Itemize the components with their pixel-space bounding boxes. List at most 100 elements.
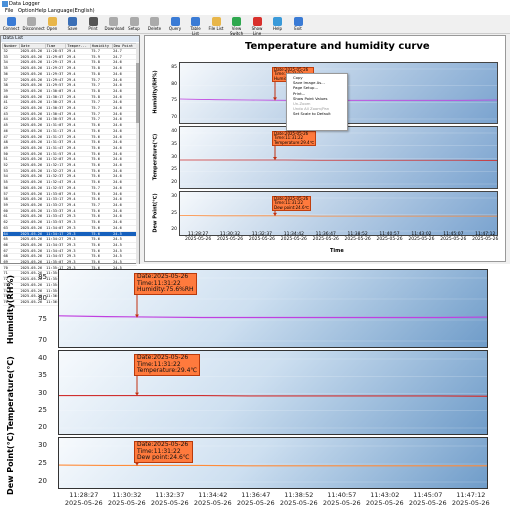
table-row[interactable]: 58 2025-05-26 11:33:17 29.4 75.6 24.6 [2, 196, 137, 203]
column-header[interactable]: Number [2, 43, 20, 49]
table-row[interactable]: 52 2025-05-26 11:32:17 29.4 75.6 24.6 [2, 162, 137, 169]
tooltip-reading: Dew point:24.6℃ [137, 454, 190, 461]
toolbar-disconnect-button[interactable]: Disconnect [23, 16, 45, 33]
column-header[interactable]: Humidity [89, 43, 113, 49]
y-tick-label: 75 [38, 315, 47, 323]
x-tick-date: 2025-05-26 [280, 237, 307, 242]
chart-panel-2[interactable]: Date:2025-05-26 Time:11:31:22 Dew point:24… [58, 437, 488, 489]
chart-panel-2[interactable]: Date:2025-05-26 Time:11:31:22 Dew point:24… [179, 191, 498, 236]
table-row[interactable]: 66 2025-05-26 11:34:37 29.3 75.6 24.5 [2, 242, 137, 249]
y-tick-label: 30 [171, 154, 177, 160]
table-row[interactable]: 53 2025-05-26 11:32:27 29.4 75.6 24.6 [2, 168, 137, 175]
tooltip-reading: Temperature:29.4℃ [274, 139, 315, 145]
table-row[interactable]: 51 2025-05-26 11:32:07 29.4 75.6 24.6 [2, 156, 137, 164]
scrollbar-thumb[interactable] [136, 63, 139, 123]
menu-language[interactable]: Language(English) [48, 8, 95, 15]
toolbar-exit-button[interactable]: Exit [289, 16, 307, 33]
scrollbar[interactable] [136, 43, 139, 264]
table-row[interactable]: 39 2025-05-26 11:30:07 29.4 75.8 24.6 [2, 88, 137, 95]
series-line[interactable] [59, 394, 487, 397]
series-line[interactable] [59, 464, 487, 467]
toolbar-delete-button[interactable]: Delete [146, 16, 164, 33]
series-line[interactable] [59, 315, 487, 319]
x-tick-date: 2025-05-26 [440, 237, 467, 242]
toolbar-table-list-button[interactable]: Table List [187, 16, 205, 36]
table-row[interactable]: 67 2025-05-26 11:34:47 29.3 75.6 24.5 [2, 248, 137, 255]
x-tick-date: 2025-05-26 [216, 237, 244, 242]
table-cell: 11:32:47 [45, 179, 66, 186]
table-row[interactable]: 40 2025-05-26 11:30:17 29.4 75.8 24.6 [2, 94, 137, 101]
toolbar-label: Help [272, 26, 283, 31]
table-row[interactable]: 32 2025-05-26 11:28:57 29.4 75.7 24.7 [2, 48, 137, 55]
table-cell: 11:30:57 [45, 116, 66, 124]
table-row[interactable]: 46 2025-05-26 11:31:17 29.4 75.6 24.6 [2, 128, 137, 135]
table-cell: 11:30:07 [45, 88, 66, 95]
table-cell: 11:29:57 [45, 82, 66, 89]
table-row[interactable]: 45 2025-05-26 11:31:07 29.4 75.6 24.6 [2, 122, 137, 129]
table-row[interactable]: 50 2025-05-26 11:31:57 29.4 75.6 24.6 [2, 151, 137, 158]
y-axis-label: Dew Point(℃) [152, 192, 159, 233]
series-line[interactable] [180, 159, 497, 161]
toolbar-label: File List [208, 26, 224, 31]
table-row[interactable]: 63 2025-05-26 11:34:07 29.3 75.6 24.6 [2, 225, 137, 232]
table-row[interactable]: 43 2025-05-26 11:30:47 29.4 75.7 24.6 [2, 111, 137, 118]
table-cell: 11:33:37 [45, 208, 66, 215]
table-row[interactable]: 65 2025-05-26 11:34:27 29.3 75.6 24.5 [2, 236, 137, 243]
toolbar-open-button[interactable]: Open [43, 16, 61, 33]
table-row[interactable]: 48 2025-05-26 11:31:37 29.4 75.6 24.6 [2, 139, 137, 146]
table-row[interactable]: 62 2025-05-26 11:33:57 29.3 75.6 24.6 [2, 219, 137, 226]
toolbar-setup-button[interactable]: Setup [125, 16, 143, 33]
table-row[interactable]: 61 2025-05-26 11:33:47 29.3 75.6 24.6 [2, 213, 137, 221]
series-line[interactable] [180, 215, 497, 217]
toolbar-view-switch-button[interactable]: View Switch [228, 16, 246, 36]
table-row[interactable]: 33 2025-05-26 11:29:07 29.4 75.9 24.7 [2, 54, 137, 61]
table-cell: 11:31:17 [45, 128, 66, 135]
chart-panel-0[interactable]: Date:2025-05-26Time:11:31:22Humidity:75.… [58, 269, 488, 348]
table-row[interactable]: 44 2025-05-26 11:30:57 29.4 75.7 24.6 [2, 116, 137, 124]
menu-file[interactable]: File [5, 8, 13, 15]
toolbar-download-button[interactable]: Download [105, 16, 124, 33]
x-tick-label: 11:30:32 2025-05-26 [215, 232, 245, 242]
toolbar-print-button[interactable]: Print [84, 16, 102, 33]
table-row[interactable]: 69 2025-05-26 11:35:07 29.3 75.6 24.5 [2, 259, 137, 266]
chart-window: Temperature and humidity curve Date:2025… [144, 35, 506, 262]
toolbar-save-button[interactable]: Save [64, 16, 82, 33]
table-cell: 2025-05-26 [19, 191, 46, 198]
table-row[interactable]: 34 2025-05-26 11:29:17 29.4 75.8 24.6 [2, 59, 137, 67]
table-row[interactable]: 42 2025-05-26 11:30:37 29.4 75.7 24.6 [2, 105, 137, 112]
table-cell: 2025-05-26 [19, 225, 46, 232]
column-header[interactable]: Temper... [65, 43, 91, 49]
table-row[interactable]: 41 2025-05-26 11:30:27 29.4 75.7 24.6 [2, 99, 137, 107]
table-row[interactable]: 55 2025-05-26 11:32:47 29.4 75.6 24.6 [2, 179, 137, 186]
toolbar-connect-button[interactable]: Connect [2, 16, 20, 33]
table-row[interactable]: 59 2025-05-26 11:33:27 29.4 75.7 24.6 [2, 202, 137, 209]
table-row[interactable]: 49 2025-05-26 11:31:47 29.4 75.6 24.6 [2, 145, 137, 152]
toolbar-file-list-button[interactable]: File List [207, 16, 225, 33]
menu-option[interactable]: Option [18, 8, 35, 15]
menu-help[interactable]: Help [35, 8, 46, 15]
toolbar-help-button[interactable]: Help [269, 16, 287, 33]
context-menu-item[interactable]: Set Scale to Default [287, 111, 347, 116]
table-row[interactable]: 36 2025-05-26 11:29:37 29.4 75.8 24.6 [2, 71, 137, 78]
table-row[interactable]: 56 2025-05-26 11:32:57 29.4 75.7 24.6 [2, 185, 137, 192]
table-row[interactable]: 47 2025-05-26 11:31:27 29.4 75.6 24.6 [2, 134, 137, 141]
table-row[interactable]: 68 2025-05-26 11:34:57 29.3 75.6 24.5 [2, 253, 137, 260]
table-cell: 11:29:17 [45, 59, 66, 67]
table-row[interactable]: 64 2025-05-26 11:34:17 29.3 75.6 24.5 [2, 231, 137, 238]
table-row[interactable]: 57 2025-05-26 11:33:07 29.4 75.6 24.6 [2, 191, 137, 198]
table-cell: 11:32:37 [45, 173, 66, 181]
toolbar-query-button[interactable]: Query [166, 16, 184, 33]
table-row[interactable]: 37 2025-05-26 11:29:47 29.4 75.7 24.6 [2, 77, 137, 84]
table-row[interactable]: 54 2025-05-26 11:32:37 29.4 75.6 24.6 [2, 173, 137, 181]
table-cell: 11:33:47 [45, 213, 66, 221]
toolbar-show-line-button[interactable]: Show Line [248, 16, 266, 36]
table-cell: 2025-05-26 [19, 139, 46, 146]
table-row[interactable]: 60 2025-05-26 11:33:37 29.4 75.6 24.6 [2, 208, 137, 215]
table-row[interactable]: 35 2025-05-26 11:29:27 29.4 75.8 24.6 [2, 65, 137, 72]
table-row[interactable]: 38 2025-05-26 11:29:57 29.4 75.7 24.6 [2, 82, 137, 89]
table-cell: 11:34:27 [45, 236, 66, 243]
chart-panel-1[interactable]: Date:2025-05-26 Time:11:31:22 Temperature:… [58, 350, 488, 435]
chart-panel-1[interactable]: Date:2025-05-26 Time:11:31:22 Temperature:… [179, 126, 498, 189]
column-header[interactable]: Dew Point [111, 43, 138, 49]
download-icon [109, 17, 118, 26]
